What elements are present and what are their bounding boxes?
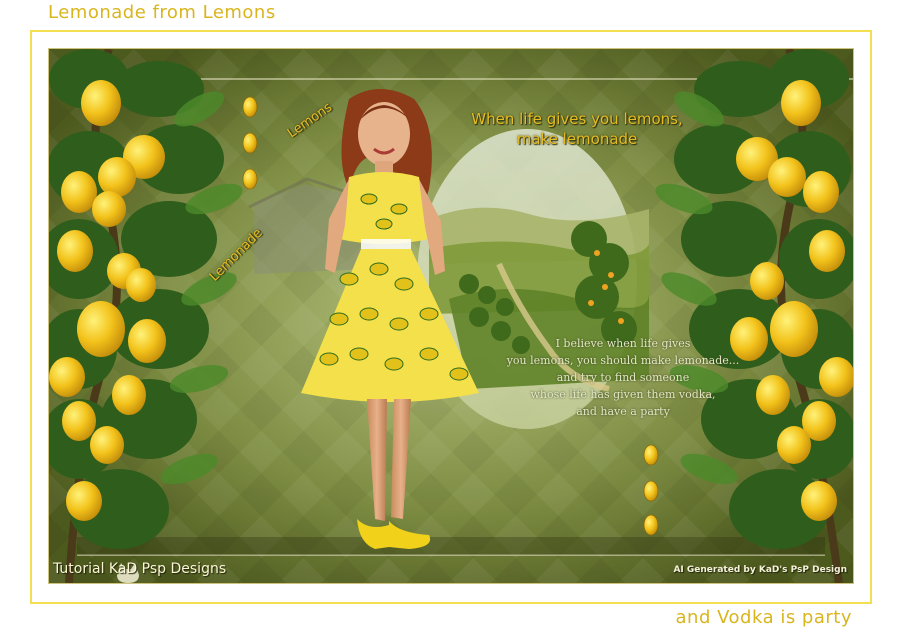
quote-body-line-2: you lemons, you should make lemonade...	[506, 354, 740, 367]
quote-heading-line-2: make lemonade	[516, 130, 638, 148]
footer-tagline: and Vodka is party	[675, 607, 852, 628]
quote-body-line-5: and have a party	[576, 405, 670, 418]
bottom-shadow-band	[77, 537, 825, 555]
page: Lemonade from Lemons When life gives you…	[0, 0, 900, 632]
credit-text: AI Generated by KaD's PsP Design	[673, 565, 847, 575]
quote-body-line-3: and try to find someone	[556, 371, 690, 384]
quote-body-line-4: whose life has given them vodka,	[530, 388, 716, 401]
signature: Tutorial KaD Psp Designs	[53, 561, 227, 577]
page-title: Lemonade from Lemons	[48, 2, 276, 23]
artwork: When life gives you lemons, make lemonad…	[48, 48, 854, 584]
quote-body: I believe when life gives you lemons, yo…	[473, 335, 773, 420]
quote-heading-line-1: When life gives you lemons,	[471, 110, 683, 128]
quote-body-line-1: I believe when life gives	[555, 337, 691, 350]
quote-heading: When life gives you lemons, make lemonad…	[447, 109, 707, 149]
